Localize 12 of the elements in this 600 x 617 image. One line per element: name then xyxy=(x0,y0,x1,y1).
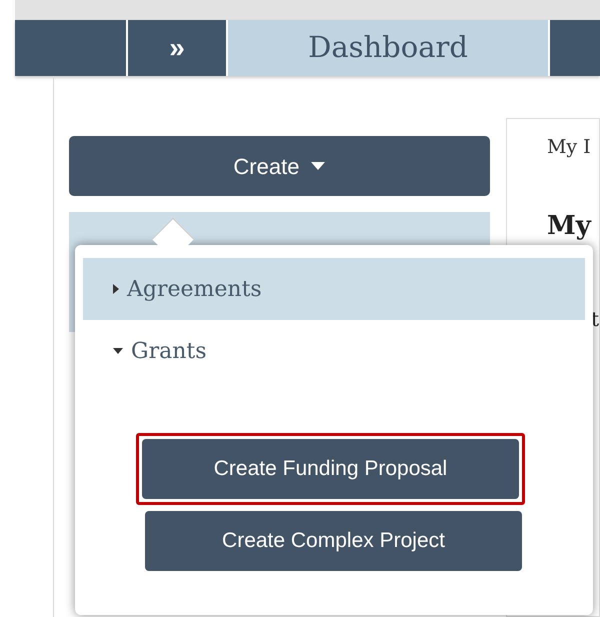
menu-category[interactable]: Agreements xyxy=(83,258,585,320)
caret-icon xyxy=(113,284,119,294)
card-heading: My xyxy=(546,210,592,242)
create-button[interactable]: Create xyxy=(68,136,490,196)
caret-icon xyxy=(113,348,123,354)
card-text: t xyxy=(590,306,599,332)
nav-segment xyxy=(550,20,600,76)
dashboard-tab[interactable]: Dashboard xyxy=(228,20,548,76)
create-action-button[interactable]: Create Complex Project xyxy=(145,511,522,571)
create-action-button[interactable]: Create Funding Proposal xyxy=(142,439,519,499)
expand-button[interactable]: » xyxy=(128,20,226,76)
tab-label[interactable]: My I xyxy=(546,133,599,162)
